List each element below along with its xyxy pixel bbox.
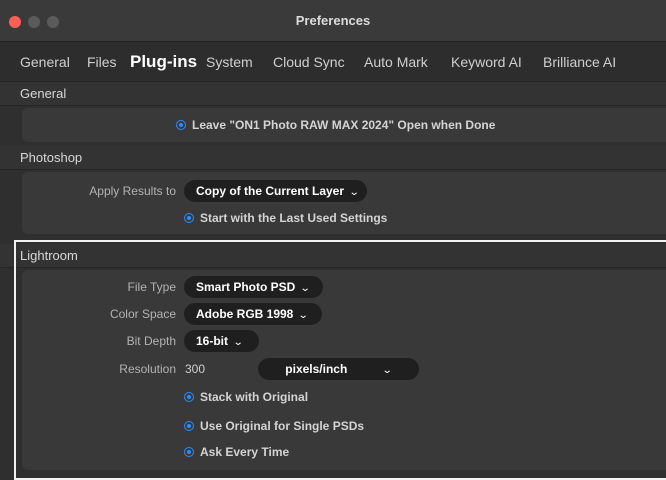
file-type-dropdown[interactable]: Smart Photo PSD ⌄ (184, 276, 323, 298)
color-space-dropdown[interactable]: Adobe RGB 1998 ⌄ (184, 303, 322, 325)
section-header-photoshop: Photoshop (0, 146, 666, 170)
resolution-input[interactable]: 300 (185, 358, 205, 380)
stack-with-original-option[interactable]: Stack with Original (184, 387, 308, 407)
bit-depth-label: Bit Depth (126, 334, 176, 348)
general-panel: Leave "ON1 Photo RAW MAX 2024" Open when… (22, 108, 666, 142)
section-header-general: General (0, 82, 666, 106)
lightroom-panel: File Type Smart Photo PSD ⌄ Color Space A… (22, 270, 666, 470)
start-last-used-label: Start with the Last Used Settings (200, 211, 388, 225)
chevron-down-icon: ⌄ (348, 187, 360, 198)
radio-selected-icon (176, 119, 186, 130)
apply-results-value: Copy of the Current Layer (196, 184, 345, 198)
resolution-label: Resolution (119, 362, 176, 376)
color-space-value: Adobe RGB 1998 (196, 307, 294, 321)
radio-selected-icon (184, 391, 194, 402)
resolution-unit-dropdown[interactable]: pixels/inch ⌄ (258, 358, 419, 380)
bit-depth-dropdown[interactable]: 16-bit ⌄ (184, 330, 259, 352)
tab-cloud-sync[interactable]: Cloud Sync (273, 42, 345, 81)
tab-plug-ins[interactable]: Plug-ins (130, 42, 197, 81)
radio-selected-icon (184, 420, 194, 431)
bit-depth-value: 16-bit (196, 334, 229, 348)
resolution-unit-value: pixels/inch (285, 362, 348, 376)
photoshop-panel: Apply Results to Copy of the Current Lay… (22, 172, 666, 234)
preferences-tab-bar: General Files Plug-ins System Cloud Sync… (0, 42, 666, 82)
leave-open-label: Leave "ON1 Photo RAW MAX 2024" Open when… (192, 118, 496, 132)
chevron-down-icon: ⌄ (300, 283, 312, 294)
tab-auto-mark[interactable]: Auto Mark (364, 42, 428, 81)
leave-open-option[interactable]: Leave "ON1 Photo RAW MAX 2024" Open when… (176, 115, 495, 135)
file-type-label: File Type (127, 280, 176, 294)
tab-keyword-ai[interactable]: Keyword AI (451, 42, 522, 81)
apply-results-dropdown[interactable]: Copy of the Current Layer ⌄ (184, 180, 367, 202)
section-header-lightroom: Lightroom (0, 244, 666, 268)
use-original-label: Use Original for Single PSDs (200, 419, 365, 433)
color-space-label: Color Space (109, 307, 176, 321)
tab-brilliance-ai[interactable]: Brilliance AI (543, 42, 616, 81)
tab-files[interactable]: Files (87, 42, 117, 81)
chevron-down-icon: ⌄ (232, 337, 244, 348)
file-type-value: Smart Photo PSD (196, 280, 296, 294)
tab-general[interactable]: General (20, 42, 70, 81)
stack-with-original-label: Stack with Original (200, 390, 309, 404)
chevron-down-icon: ⌄ (382, 365, 393, 376)
ask-every-time-option[interactable]: Ask Every Time (184, 442, 289, 462)
start-last-used-option[interactable]: Start with the Last Used Settings (184, 208, 387, 228)
use-original-option[interactable]: Use Original for Single PSDs (184, 416, 364, 436)
ask-every-time-label: Ask Every Time (200, 445, 290, 459)
tab-system[interactable]: System (206, 42, 253, 81)
radio-selected-icon (184, 212, 194, 223)
window-title: Preferences (295, 13, 371, 28)
radio-selected-icon (184, 446, 194, 457)
title-bar: Preferences (0, 0, 666, 42)
chevron-down-icon: ⌄ (298, 310, 310, 321)
apply-results-label: Apply Results to (89, 184, 176, 198)
